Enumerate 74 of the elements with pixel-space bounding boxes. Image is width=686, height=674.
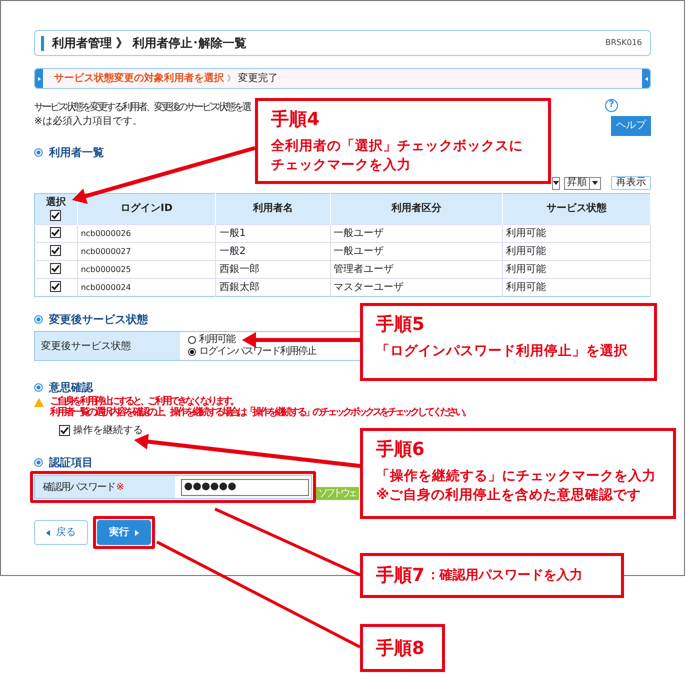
- checkbox[interactable]: [50, 262, 62, 274]
- form-label: 変更後サービス状態: [41, 340, 131, 354]
- section-heading: 意思確認: [49, 381, 93, 394]
- execute-button[interactable]: 実行: [97, 520, 151, 545]
- callout-text: 「ログインパスワード利用停止」を選択: [376, 342, 628, 361]
- back-button[interactable]: 戻る: [34, 520, 88, 545]
- table-cell: 利用可能: [506, 246, 546, 256]
- callout-text: チェックマークを入力: [271, 156, 411, 175]
- left-triangle-icon: [46, 530, 50, 536]
- required-mark: ※: [116, 480, 124, 494]
- callout-text: 「操作を継続する」にチェックマークを入力: [376, 467, 656, 486]
- required-note: ※は必須入力項目です。: [34, 115, 142, 129]
- table-cell: ncb0000026: [80, 228, 131, 238]
- callout-title: 手順6: [376, 439, 425, 461]
- callout-text: ：確認用パスワードを入力: [426, 566, 583, 585]
- step-label: サービス状態変更の対象利用者を選択: [54, 71, 224, 86]
- radio-button[interactable]: [188, 336, 196, 344]
- callout-title: 手順8: [376, 636, 425, 660]
- radio-option[interactable]: 利用可能: [188, 334, 235, 346]
- table-cell: ncb0000027: [80, 246, 131, 256]
- table-cell: 管理者ユーザ: [334, 264, 394, 274]
- bullet-icon: [34, 458, 43, 467]
- checkbox[interactable]: [50, 280, 62, 292]
- column-header: 選択: [46, 197, 66, 209]
- sort-select[interactable]: [552, 176, 560, 190]
- continue-checkbox-label[interactable]: 操作を継続する: [59, 423, 143, 438]
- warning-text: ご自身を利用停止にすると、ご利用できなくなります。: [50, 396, 238, 407]
- table-cell: 西銀一郎: [219, 264, 260, 274]
- callout-text: ※ご自身の利用停止を含めた意思確認です: [376, 486, 642, 505]
- warning-icon: [34, 398, 44, 407]
- checkbox[interactable]: [50, 210, 62, 221]
- section-heading: 変更後サービス状態: [49, 313, 148, 326]
- column-header: 利用者名: [253, 203, 294, 214]
- form-label: 確認用パスワード: [43, 480, 115, 494]
- callout-title: 手順5: [376, 314, 425, 336]
- table-cell: ncb0000025: [80, 264, 131, 274]
- radio-option[interactable]: ログインパスワード利用停止: [188, 346, 316, 358]
- column-header: ログインID: [120, 203, 173, 214]
- step-label: 変更完了: [238, 72, 278, 86]
- column-header: 利用者区分: [391, 203, 442, 214]
- table-cell: 利用可能: [506, 264, 546, 274]
- table-cell: 一般ユーザ: [334, 228, 384, 238]
- table-cell: 一般ユーザ: [334, 246, 384, 256]
- section-heading: 利用者一覧: [49, 146, 104, 159]
- refresh-button[interactable]: 再表示: [611, 176, 651, 190]
- table-cell: 一般2: [219, 246, 246, 256]
- table-cell: 利用可能: [506, 282, 546, 292]
- bullet-icon: [34, 148, 43, 157]
- radio-button[interactable]: [188, 348, 196, 356]
- table-cell: ncb0000024: [80, 282, 131, 292]
- table-cell: マスターユーザ: [334, 282, 404, 292]
- callout-title: 手順7: [376, 564, 425, 588]
- page-title: 利用者管理 》 利用者停止･解除一覧: [52, 35, 246, 52]
- checkbox[interactable]: [50, 226, 62, 238]
- password-field[interactable]: ●●●●●●: [181, 478, 309, 496]
- callout-text: 全利用者の「選択」チェックボックスに: [271, 137, 523, 156]
- intro-text: サービス状態を変更する利用者、変更後のサービス状態を選: [34, 101, 250, 115]
- table-cell: 西銀太郎: [219, 282, 260, 292]
- screen-code: BRSK016: [605, 37, 642, 49]
- checkbox[interactable]: [50, 244, 62, 256]
- callout-title: 手順4: [271, 109, 320, 131]
- table-cell: 利用可能: [506, 228, 546, 238]
- bullet-icon: [34, 383, 43, 392]
- help-button[interactable]: ヘルプ: [611, 116, 651, 136]
- table-cell: 一般1: [219, 228, 246, 238]
- column-header: サービス状態: [546, 203, 606, 214]
- warning-text: 利用者一覧の選択内容を確認の上、操作を継続する場合は「操作を継続する」のチェックボックスをチェックしてください。: [50, 407, 470, 418]
- step-separator: 》: [227, 72, 235, 84]
- help-icon: ?: [605, 99, 618, 112]
- checkbox[interactable]: [59, 425, 70, 436]
- section-heading: 認証項目: [49, 456, 93, 469]
- right-triangle-icon: [135, 530, 139, 536]
- bullet-icon: [34, 315, 43, 324]
- sort-order-select[interactable]: 昇順: [564, 176, 601, 190]
